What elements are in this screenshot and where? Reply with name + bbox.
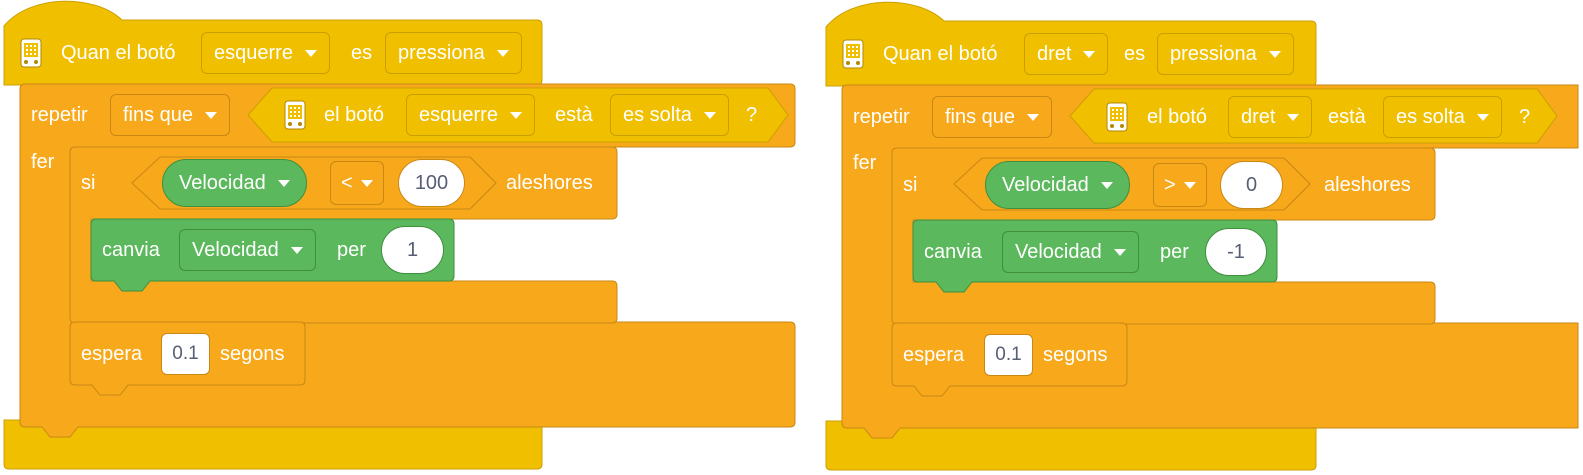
seconds-label: segons	[1043, 344, 1108, 366]
caret-down-icon	[1287, 113, 1300, 121]
variable-reporter-value: Velocidad	[1002, 173, 1089, 196]
by-label: per	[1160, 241, 1189, 263]
repeat-mode-value: fins que	[123, 103, 194, 126]
condition-state-value: es solta	[623, 103, 692, 126]
caret-down-icon	[205, 111, 218, 119]
microbit-icon	[20, 38, 42, 68]
compare-value: 0	[1245, 173, 1258, 196]
button-dropdown[interactable]: dret	[1024, 33, 1109, 75]
change-label: canvia	[924, 241, 982, 263]
repeat-label: repetir	[853, 106, 910, 128]
hat-label-es: es	[351, 42, 373, 64]
variable-reporter[interactable]: Velocidad	[985, 161, 1130, 209]
microbit-icon	[1106, 102, 1128, 132]
caret-down-icon	[1027, 113, 1040, 121]
caret-down-icon	[360, 179, 373, 187]
do-label: fer	[853, 152, 877, 174]
change-amount-value: -1	[1227, 240, 1245, 263]
condition-button-value: dret	[1241, 105, 1276, 128]
condition-label: el botó	[324, 104, 385, 126]
hat-label-es: es	[1124, 43, 1146, 65]
action-dropdown[interactable]: pressiona	[1157, 33, 1294, 75]
if-label: si	[81, 172, 96, 194]
condition-state-dropdown[interactable]: es solta	[610, 94, 729, 136]
condition-suffix: ?	[1519, 106, 1531, 128]
condition-button-dropdown[interactable]: esquerre	[406, 94, 535, 136]
repeat-mode-dropdown[interactable]: fins que	[110, 94, 231, 136]
repeat-mode-dropdown[interactable]: fins que	[932, 96, 1053, 138]
microbit-icon	[284, 100, 306, 130]
button-dropdown-value: dret	[1037, 42, 1072, 65]
change-amount-input[interactable]: 1	[381, 226, 444, 274]
action-dropdown-value: pressiona	[398, 41, 485, 64]
caret-down-icon	[304, 49, 317, 57]
caret-down-icon	[1268, 50, 1281, 58]
change-variable-dropdown[interactable]: Velocidad	[1002, 231, 1139, 273]
button-dropdown-value: esquerre	[214, 41, 293, 64]
caret-down-icon	[1113, 248, 1126, 256]
compare-value: 100	[414, 171, 449, 194]
change-variable-value: Velocidad	[1015, 240, 1102, 263]
if-label: si	[903, 174, 918, 196]
repeat-label: repetir	[31, 104, 88, 126]
condition-button-value: esquerre	[419, 103, 498, 126]
microbit-icon	[842, 39, 864, 69]
wait-seconds-value: 0.1	[995, 344, 1022, 365]
caret-down-icon	[496, 49, 509, 57]
action-dropdown[interactable]: pressiona	[385, 32, 522, 74]
wait-label: espera	[81, 343, 143, 365]
change-variable-dropdown[interactable]: Velocidad	[179, 229, 316, 271]
condition-button-dropdown[interactable]: dret	[1228, 96, 1313, 138]
caret-down-icon	[509, 111, 522, 119]
then-label: aleshores	[1324, 174, 1411, 196]
repeat-mode-value: fins que	[945, 105, 1016, 128]
caret-down-icon	[1183, 181, 1196, 189]
operator-dropdown[interactable]: >	[1153, 163, 1207, 207]
condition-label: el botó	[1147, 106, 1208, 128]
caret-down-icon	[1083, 50, 1096, 58]
operator-value: >	[1164, 173, 1176, 196]
seconds-label: segons	[220, 343, 285, 365]
wait-label: espera	[903, 344, 965, 366]
wait-seconds-input[interactable]: 0.1	[161, 333, 210, 375]
operator-dropdown[interactable]: <	[330, 161, 384, 205]
condition-state-dropdown[interactable]: es solta	[1383, 96, 1502, 138]
variable-reporter-value: Velocidad	[179, 171, 266, 194]
by-label: per	[337, 239, 366, 261]
change-variable-value: Velocidad	[192, 238, 279, 261]
compare-value-input[interactable]: 0	[1220, 161, 1283, 209]
script-right-button: Quan el botó dret es pressiona repetir f…	[822, 1, 1583, 475]
script-left-button: Quan el botó esquerre es pressiona repet…	[0, 0, 796, 474]
caret-down-icon	[703, 111, 716, 119]
variable-reporter[interactable]: Velocidad	[162, 159, 307, 207]
then-label: aleshores	[506, 172, 593, 194]
condition-suffix: ?	[746, 104, 758, 126]
change-amount-input[interactable]: -1	[1205, 228, 1267, 276]
hat-label: Quan el botó	[883, 43, 998, 65]
operator-value: <	[341, 171, 353, 194]
caret-down-icon	[1100, 181, 1113, 189]
change-amount-value: 1	[406, 238, 419, 261]
condition-state-value: es solta	[1396, 105, 1465, 128]
hat-label: Quan el botó	[61, 42, 176, 64]
wait-seconds-value: 0.1	[172, 343, 199, 364]
caret-down-icon	[277, 179, 290, 187]
code-area: Quan el botó esquerre es pressiona repet…	[0, 0, 1583, 474]
caret-down-icon	[290, 246, 303, 254]
condition-label-esta: està	[555, 104, 593, 126]
change-label: canvia	[102, 239, 160, 261]
caret-down-icon	[1476, 113, 1489, 121]
wait-seconds-input[interactable]: 0.1	[984, 334, 1033, 376]
do-label: fer	[31, 151, 55, 173]
button-dropdown[interactable]: esquerre	[201, 32, 330, 74]
action-dropdown-value: pressiona	[1170, 42, 1257, 65]
condition-label-esta: està	[1328, 106, 1366, 128]
compare-value-input[interactable]: 100	[398, 159, 465, 207]
